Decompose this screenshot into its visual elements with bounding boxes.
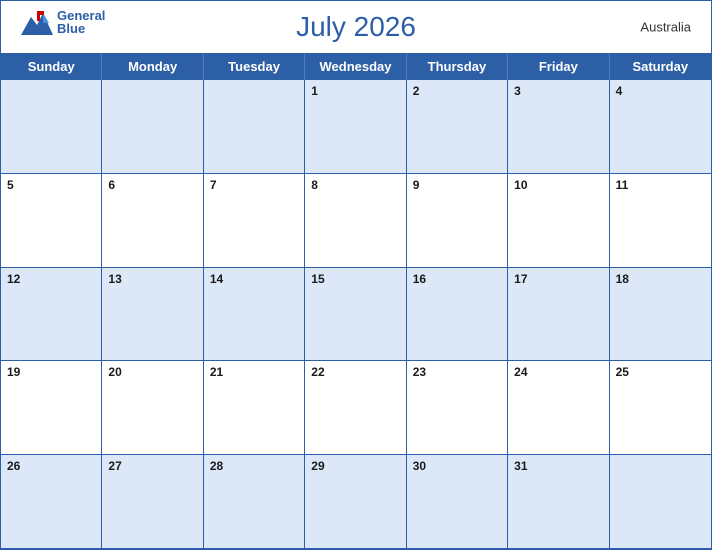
calendar-day-cell: 17 — [508, 268, 609, 362]
day-header-thursday: Thursday — [407, 53, 508, 80]
calendar-day-cell: 29 — [305, 455, 406, 549]
calendar-day-cell: 28 — [204, 455, 305, 549]
day-number: 26 — [7, 459, 95, 473]
day-header-friday: Friday — [508, 53, 609, 80]
day-number: 30 — [413, 459, 501, 473]
day-number: 27 — [108, 459, 196, 473]
day-number: 5 — [7, 178, 95, 192]
day-number: 7 — [210, 178, 298, 192]
day-number: 9 — [413, 178, 501, 192]
day-number: 31 — [514, 459, 602, 473]
day-number: 6 — [108, 178, 196, 192]
calendar-day-cell: 25 — [610, 361, 711, 455]
calendar-day-cell: 19 — [1, 361, 102, 455]
day-number: 10 — [514, 178, 602, 192]
calendar-day-cell: 3 — [508, 80, 609, 174]
calendar-day-cell: 14 — [204, 268, 305, 362]
logo: General Blue — [21, 9, 105, 35]
day-number: 14 — [210, 272, 298, 286]
day-number: 8 — [311, 178, 399, 192]
day-number: 11 — [616, 178, 705, 192]
calendar-day-cell: 26 — [1, 455, 102, 549]
calendar-day-cell: 31 — [508, 455, 609, 549]
calendar-day-cell — [1, 80, 102, 174]
day-number: 19 — [7, 365, 95, 379]
calendar-day-cell: 7 — [204, 174, 305, 268]
day-number: 16 — [413, 272, 501, 286]
calendar-day-cell: 4 — [610, 80, 711, 174]
day-number: 28 — [210, 459, 298, 473]
country-label: Australia — [640, 20, 691, 35]
day-number: 3 — [514, 84, 602, 98]
day-number: 25 — [616, 365, 705, 379]
calendar-day-cell: 20 — [102, 361, 203, 455]
calendar-day-cell: 24 — [508, 361, 609, 455]
calendar-day-cell: 11 — [610, 174, 711, 268]
day-header-saturday: Saturday — [610, 53, 711, 80]
day-header-monday: Monday — [102, 53, 203, 80]
calendar-day-cell — [204, 80, 305, 174]
calendar-day-cell: 22 — [305, 361, 406, 455]
calendar-day-cell: 30 — [407, 455, 508, 549]
calendar: General Blue July 2026 Australia Sunday … — [0, 0, 712, 550]
day-number: 1 — [311, 84, 399, 98]
day-number: 22 — [311, 365, 399, 379]
calendar-header: General Blue July 2026 Australia — [1, 1, 711, 53]
calendar-day-cell: 21 — [204, 361, 305, 455]
day-number: 15 — [311, 272, 399, 286]
calendar-day-cell: 6 — [102, 174, 203, 268]
day-number: 2 — [413, 84, 501, 98]
day-number: 4 — [616, 84, 705, 98]
calendar-grid: 1234567891011121314151617181920212223242… — [1, 80, 711, 549]
calendar-day-cell: 23 — [407, 361, 508, 455]
calendar-day-cell — [610, 455, 711, 549]
calendar-day-cell: 10 — [508, 174, 609, 268]
calendar-day-cell: 2 — [407, 80, 508, 174]
days-of-week-header: Sunday Monday Tuesday Wednesday Thursday… — [1, 53, 711, 80]
calendar-day-cell: 8 — [305, 174, 406, 268]
day-number: 17 — [514, 272, 602, 286]
day-number: 20 — [108, 365, 196, 379]
calendar-day-cell: 1 — [305, 80, 406, 174]
calendar-day-cell: 9 — [407, 174, 508, 268]
day-number: 21 — [210, 365, 298, 379]
logo-icon — [21, 9, 53, 35]
calendar-day-cell: 27 — [102, 455, 203, 549]
day-number: 18 — [616, 272, 705, 286]
calendar-day-cell: 16 — [407, 268, 508, 362]
logo-text-blue: Blue — [57, 22, 105, 35]
day-header-sunday: Sunday — [1, 53, 102, 80]
day-number: 24 — [514, 365, 602, 379]
day-header-wednesday: Wednesday — [305, 53, 406, 80]
calendar-day-cell: 15 — [305, 268, 406, 362]
calendar-day-cell: 13 — [102, 268, 203, 362]
day-number: 12 — [7, 272, 95, 286]
day-number: 23 — [413, 365, 501, 379]
calendar-day-cell: 18 — [610, 268, 711, 362]
logo-name: General Blue — [57, 9, 105, 35]
month-title: July 2026 — [296, 11, 416, 43]
calendar-day-cell: 12 — [1, 268, 102, 362]
day-number: 13 — [108, 272, 196, 286]
day-number: 29 — [311, 459, 399, 473]
calendar-day-cell — [102, 80, 203, 174]
day-header-tuesday: Tuesday — [204, 53, 305, 80]
calendar-day-cell: 5 — [1, 174, 102, 268]
